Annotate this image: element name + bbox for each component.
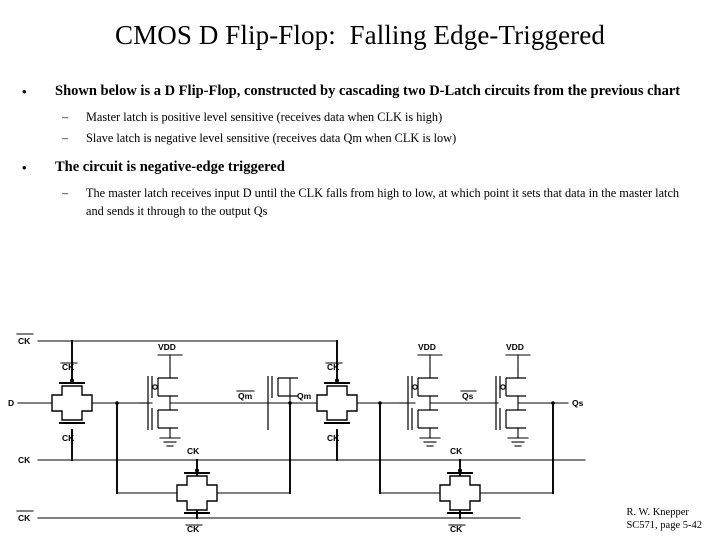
output-label-qs: Qs — [572, 398, 584, 408]
sub-bullet-1-2: – Slave latch is negative level sensitiv… — [0, 130, 720, 148]
slave-input-tgate-bottom-label: CK — [327, 433, 340, 443]
slide-body: • Shown below is a D Flip-Flop, construc… — [0, 82, 720, 223]
clk-bar-rail-top-label: CK — [18, 336, 31, 346]
page-title: CMOS D Flip-Flop: Falling Edge-Triggered — [115, 20, 605, 50]
dash-marker: – — [62, 186, 69, 200]
circuit-schematic-svg: CK CK CK D CK CK VDD Qm Qm CK CK VDD Qs … — [8, 333, 586, 534]
clk-rail-mid: CK — [18, 429, 586, 487]
input-label-d: D — [8, 398, 14, 408]
credit-author: R. W. Knepper — [626, 507, 689, 518]
node-label-qm-bar: Qm — [238, 391, 253, 401]
node-label-qs-bar: Qs — [462, 391, 474, 401]
sub-bullet-1-2-text: Slave latch is negative level sensitive … — [86, 130, 457, 145]
bullet-item-2-emphasis: negative-edge triggered — [139, 159, 285, 175]
master-feedback-inverter: Qm — [216, 376, 312, 494]
sub-bullet-2-1-text: The master latch receives input D until … — [86, 186, 680, 218]
master-feedback-tgate-top-label: CK — [187, 446, 200, 456]
credit-block: R. W. Knepper SC571, page 5-42 — [626, 507, 702, 532]
bullet-item-2-text: The circuit is — [55, 159, 140, 175]
bullet-marker: • — [22, 160, 27, 175]
slide-canvas: CMOS D Flip-Flop: Falling Edge-Triggered… — [0, 0, 720, 540]
supply-label-vdd: VDD — [158, 342, 176, 352]
clk-bar-rail-top: CK — [16, 333, 338, 382]
clk-rail-mid-label: CK — [18, 455, 31, 465]
sub-bullet-2-1: – The master latch receives input D unti… — [0, 185, 720, 220]
sub-bullet-1-1-text: Master latch is positive level sensitive… — [86, 110, 443, 124]
dash-marker: – — [62, 130, 69, 145]
slave-inverter-1: VDD Qs — [399, 342, 499, 447]
slave-node-wire — [356, 401, 441, 494]
input-tgate-bottom-label: CK — [62, 433, 75, 443]
master-node-wire — [91, 401, 178, 494]
credit-source: SC571, page 5-42 — [626, 519, 702, 531]
node-label-qm: Qm — [297, 391, 312, 401]
slave-feedback-tgate-top-label: CK — [450, 446, 463, 456]
input-node-d: D — [8, 398, 53, 408]
dash-marker: – — [62, 110, 69, 124]
bullet-item-2: • The circuit is negative-edge triggered — [0, 158, 720, 177]
bullet-marker: • — [22, 84, 27, 99]
supply-label-vdd: VDD — [418, 342, 436, 352]
slave-inverter-2: VDD Qs — [479, 342, 584, 494]
bullet-item-1: • Shown below is a D Flip-Flop, construc… — [0, 82, 720, 101]
sub-bullet-1-1: – Master latch is positive level sensiti… — [0, 109, 720, 127]
circuit-diagram: CK CK CK D CK CK VDD Qm Qm CK CK VDD Qs … — [0, 318, 720, 540]
clk-bar-rail-bottom-label: CK — [18, 513, 31, 523]
bullet-item-1-text: Shown below is a D Flip-Flop, constructe… — [55, 83, 681, 99]
supply-label-vdd: VDD — [506, 342, 524, 352]
